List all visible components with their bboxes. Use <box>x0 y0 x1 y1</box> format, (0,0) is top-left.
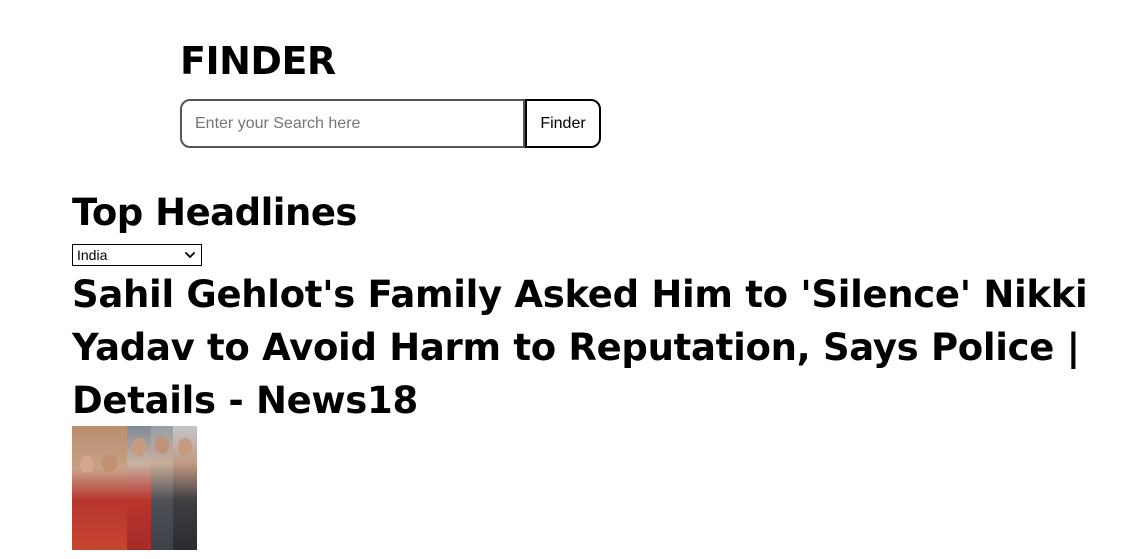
photo-panel <box>127 426 151 550</box>
app-title: FINDER <box>180 39 336 83</box>
photo-panel <box>173 426 197 550</box>
article-title[interactable]: Sahil Gehlot's Family Asked Him to 'Sile… <box>72 268 1132 427</box>
chevron-down-icon <box>185 252 195 258</box>
country-select-value: India <box>77 247 108 263</box>
finder-button[interactable]: Finder <box>525 99 601 148</box>
photo-panel <box>151 426 173 550</box>
section-title: Top Headlines <box>72 191 357 234</box>
photo-panel <box>72 426 127 550</box>
country-select[interactable]: India <box>72 244 202 266</box>
search-input[interactable] <box>180 99 525 148</box>
search-bar: Finder <box>180 99 601 148</box>
article-image[interactable] <box>72 426 197 550</box>
